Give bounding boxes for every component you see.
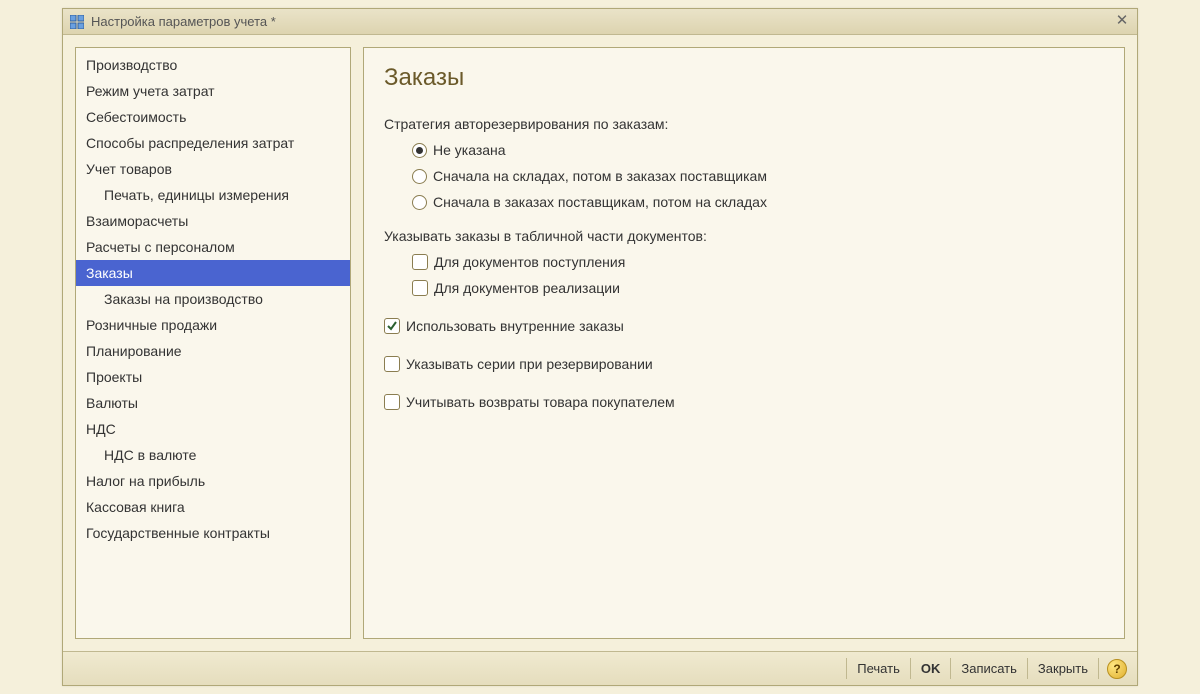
sidebar-item[interactable]: Заказы	[76, 260, 350, 286]
sidebar-item[interactable]: Печать, единицы измерения	[76, 182, 350, 208]
checkbox-label: Использовать внутренние заказы	[406, 318, 624, 334]
close-button[interactable]: Закрыть	[1028, 658, 1099, 679]
print-button[interactable]: Печать	[846, 658, 911, 679]
sidebar-item[interactable]: НДС в валюте	[76, 442, 350, 468]
checkbox-label: Указывать серии при резервировании	[406, 356, 653, 372]
content-panel: Заказы Стратегия авторезервирования по з…	[363, 47, 1125, 639]
sidebar-item[interactable]: Учет товаров	[76, 156, 350, 182]
radio-label: Сначала в заказах поставщикам, потом на …	[433, 194, 767, 210]
sidebar-item[interactable]: Взаиморасчеты	[76, 208, 350, 234]
save-button[interactable]: Записать	[951, 658, 1028, 679]
radio-control[interactable]	[412, 169, 427, 184]
strategy-radio-group: Не указана Сначала на складах, потом в за…	[384, 142, 1104, 210]
sidebar-item[interactable]: Себестоимость	[76, 104, 350, 130]
tabular-check-group: Для документов поступления Для документов…	[384, 254, 1104, 296]
radio-control[interactable]	[412, 143, 427, 158]
checkbox-control[interactable]	[384, 356, 400, 372]
checkbox-item[interactable]: Указывать серии при резервировании	[384, 356, 1104, 372]
checkbox-item[interactable]: Учитывать возвраты товара покупателем	[384, 394, 1104, 410]
window-title: Настройка параметров учета *	[91, 14, 276, 29]
radio-control[interactable]	[412, 195, 427, 210]
radio-item[interactable]: Сначала в заказах поставщикам, потом на …	[412, 194, 1104, 210]
checkbox-label: Для документов реализации	[434, 280, 620, 296]
radio-label: Не указана	[433, 142, 506, 158]
sidebar: ПроизводствоРежим учета затратСебестоимо…	[75, 47, 351, 639]
checkbox-control[interactable]	[384, 318, 400, 334]
strategy-label: Стратегия авторезервирования по заказам:	[384, 116, 1104, 132]
checkbox-label: Для документов поступления	[434, 254, 625, 270]
sidebar-item[interactable]: Проекты	[76, 364, 350, 390]
checkbox-item[interactable]: Для документов реализации	[412, 280, 1104, 296]
sidebar-item[interactable]: Способы распределения затрат	[76, 130, 350, 156]
radio-item[interactable]: Не указана	[412, 142, 1104, 158]
tabular-label: Указывать заказы в табличной части докум…	[384, 228, 1104, 244]
sidebar-item[interactable]: Налог на прибыль	[76, 468, 350, 494]
settings-window: Настройка параметров учета * ✕ Производс…	[62, 8, 1138, 686]
sidebar-item[interactable]: Планирование	[76, 338, 350, 364]
ok-button[interactable]: OK	[911, 658, 952, 679]
window-body: ПроизводствоРежим учета затратСебестоимо…	[63, 35, 1137, 651]
checkbox-control[interactable]	[384, 394, 400, 410]
sidebar-item[interactable]: Кассовая книга	[76, 494, 350, 520]
titlebar: Настройка параметров учета * ✕	[63, 9, 1137, 35]
sidebar-item[interactable]: Расчеты с персоналом	[76, 234, 350, 260]
footer: Печать OK Записать Закрыть ?	[63, 651, 1137, 685]
sidebar-item[interactable]: Государственные контракты	[76, 520, 350, 546]
checkbox-control[interactable]	[412, 280, 428, 296]
checkbox-item[interactable]: Для документов поступления	[412, 254, 1104, 270]
sidebar-item[interactable]: Заказы на производство	[76, 286, 350, 312]
sidebar-item[interactable]: Розничные продажи	[76, 312, 350, 338]
page-heading: Заказы	[384, 64, 1104, 92]
help-icon[interactable]: ?	[1107, 659, 1127, 679]
checkbox-label: Учитывать возвраты товара покупателем	[406, 394, 675, 410]
sidebar-item[interactable]: Валюты	[76, 390, 350, 416]
sidebar-item[interactable]: Производство	[76, 52, 350, 78]
radio-label: Сначала на складах, потом в заказах пост…	[433, 168, 767, 184]
checkbox-control[interactable]	[412, 254, 428, 270]
sidebar-item[interactable]: НДС	[76, 416, 350, 442]
close-icon[interactable]: ✕	[1113, 13, 1131, 31]
checkbox-item[interactable]: Использовать внутренние заказы	[384, 318, 1104, 334]
app-icon	[69, 14, 85, 30]
sidebar-item[interactable]: Режим учета затрат	[76, 78, 350, 104]
radio-item[interactable]: Сначала на складах, потом в заказах пост…	[412, 168, 1104, 184]
